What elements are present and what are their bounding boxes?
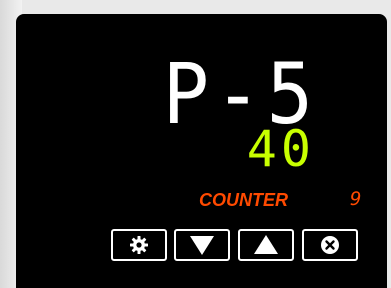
triangle-up-icon: [254, 235, 278, 254]
triangle-down-icon: [190, 236, 214, 255]
down-button[interactable]: [174, 229, 230, 261]
close-circle-icon: [321, 236, 339, 254]
up-button[interactable]: [238, 229, 294, 261]
gear-icon: [130, 236, 148, 254]
counter-label: COUNTER: [199, 190, 288, 210]
counter-value: 9: [350, 188, 362, 210]
sub-display: 40: [246, 120, 315, 178]
settings-button[interactable]: [111, 229, 167, 261]
cancel-button[interactable]: [302, 229, 358, 261]
